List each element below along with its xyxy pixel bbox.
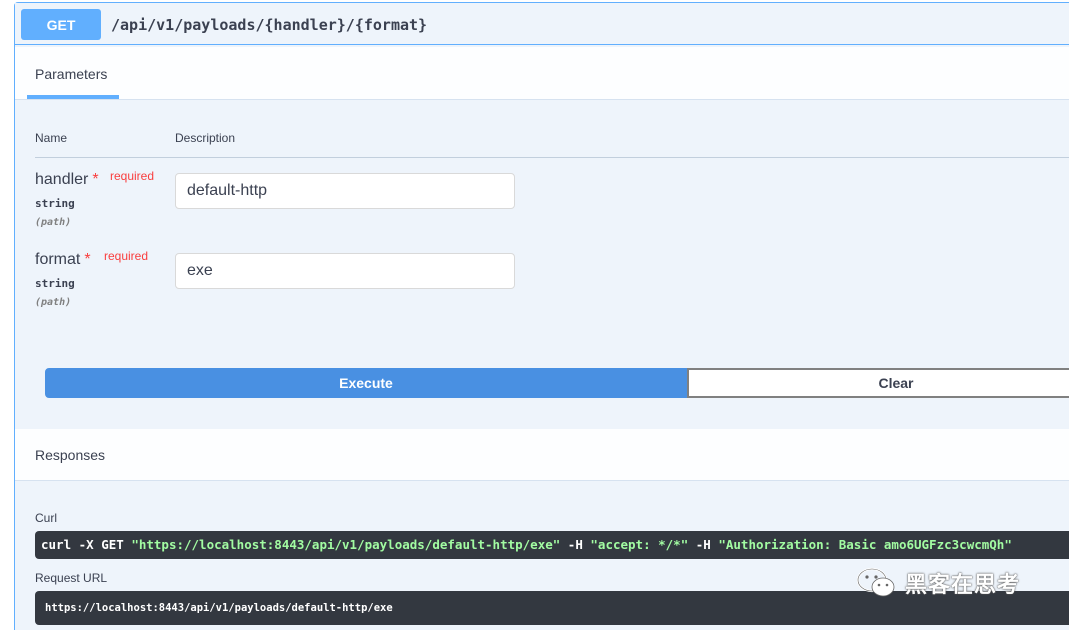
watermark: 黑客在思考 [855,566,1020,600]
responses-title: Responses [35,447,106,463]
http-method-badge: GET [21,9,101,40]
endpoint-path: /api/v1/payloads/{handler}/{format} [111,16,428,34]
required-label: required [110,169,155,183]
param-location: (path) [35,217,72,228]
clear-button[interactable]: Clear [687,368,1069,398]
param-name-format: format * [35,251,91,268]
request-url-label: Request URL [35,571,108,585]
curl-label: Curl [35,511,58,525]
param-type: string [35,197,75,210]
format-input[interactable]: exe [175,253,515,289]
curl-header-authorization: "Authorization: Basic amo6UGFzc3cwcmQh" [718,537,1012,552]
wechat-icon [856,567,895,597]
column-header-description: Description [175,131,236,145]
required-label: required [104,249,149,263]
tab-parameters[interactable]: Parameters [35,66,107,82]
required-star: * [92,171,99,188]
required-star: * [84,251,91,268]
handler-input[interactable]: default-http [175,173,515,209]
curl-header-accept: "accept: */*" [590,537,689,552]
watermark-text: 黑客在思考 [905,573,1021,598]
param-location: (path) [35,297,72,308]
operation-block: GET /api/v1/payloads/{handler}/{format} … [14,2,1069,630]
operation-summary[interactable]: GET /api/v1/payloads/{handler}/{format} [15,3,1069,45]
curl-command: curl -X GET [41,537,132,552]
action-buttons: Execute Clear [45,368,1069,398]
parameters-header: Parameters [15,47,1069,100]
param-name-handler: handler * [35,171,99,188]
param-type: string [35,277,75,290]
header-divider [35,157,1069,158]
responses-header: Responses [15,429,1069,481]
curl-flag: -H [560,537,591,552]
curl-flag: -H [688,537,719,552]
curl-command-box[interactable]: curl -X GET "https://localhost:8443/api/… [35,531,1069,559]
column-header-name: Name [35,131,68,145]
tab-active-indicator [27,95,119,99]
curl-url: "https://localhost:8443/api/v1/payloads/… [131,537,561,552]
execute-button[interactable]: Execute [45,368,687,398]
